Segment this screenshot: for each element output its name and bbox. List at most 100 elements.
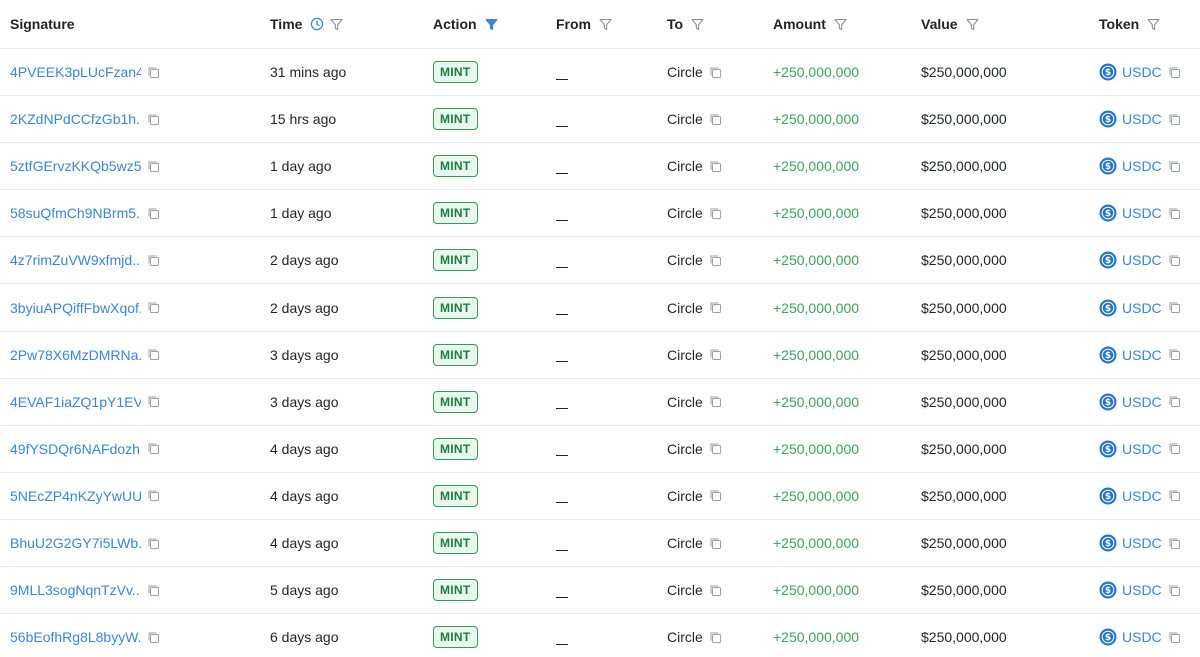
signature-link[interactable]: 4z7rimZuVW9xfmjd... (10, 252, 141, 268)
copy-icon[interactable] (147, 395, 160, 408)
token-link[interactable]: USDC (1122, 205, 1162, 221)
copy-icon[interactable] (1168, 489, 1181, 502)
copy-icon[interactable] (1168, 537, 1181, 550)
to-text[interactable]: Circle (667, 64, 703, 80)
copy-icon[interactable] (147, 442, 160, 455)
filter-icon[interactable] (691, 18, 704, 31)
signature-link[interactable]: 49fYSDQr6NAFdozh... (10, 441, 141, 457)
copy-icon[interactable] (1168, 584, 1181, 597)
copy-icon[interactable] (1168, 207, 1181, 220)
copy-icon[interactable] (147, 348, 160, 361)
to-text[interactable]: Circle (667, 582, 703, 598)
to-text[interactable]: Circle (667, 488, 703, 504)
svg-text:$: $ (1105, 586, 1111, 596)
token-link[interactable]: USDC (1122, 347, 1162, 363)
header-action: Action (433, 0, 504, 48)
mint-badge: MINT (433, 202, 478, 225)
filter-icon[interactable] (966, 18, 979, 31)
signature-link[interactable]: 56bEofhRg8L8byyW... (10, 629, 141, 645)
filter-icon[interactable] (330, 18, 343, 31)
copy-icon[interactable] (147, 160, 160, 173)
amount-cell: +250,000,000 (773, 379, 859, 425)
signature-link[interactable]: 2KZdNPdCCfzGb1h... (10, 111, 141, 127)
copy-icon[interactable] (1168, 113, 1181, 126)
amount-cell: +250,000,000 (773, 520, 859, 566)
signature-link[interactable]: 4PVEEK3pLUcFzan4... (10, 64, 141, 80)
to-text[interactable]: Circle (667, 629, 703, 645)
to-cell: Circle (667, 285, 722, 331)
to-text[interactable]: Circle (667, 300, 703, 316)
copy-icon[interactable] (709, 254, 722, 267)
token-link[interactable]: USDC (1122, 441, 1162, 457)
copy-icon[interactable] (709, 207, 722, 220)
signature-link[interactable]: 4EVAF1iaZQ1pY1EV... (10, 394, 141, 410)
copy-icon[interactable] (147, 254, 160, 267)
copy-icon[interactable] (709, 348, 722, 361)
copy-icon[interactable] (1168, 442, 1181, 455)
signature-link[interactable]: 3byiuAPQiffFbwXqof... (10, 300, 141, 316)
to-text[interactable]: Circle (667, 158, 703, 174)
to-text[interactable]: Circle (667, 394, 703, 410)
to-text[interactable]: Circle (667, 535, 703, 551)
token-link[interactable]: USDC (1122, 394, 1162, 410)
signature-link[interactable]: 5ztfGErvzKKQb5wz5... (10, 158, 141, 174)
copy-icon[interactable] (1168, 254, 1181, 267)
filter-active-icon[interactable] (485, 18, 498, 31)
filter-icon[interactable] (599, 18, 612, 31)
signature-link[interactable]: 2Pw78X6MzDMRNa... (10, 347, 141, 363)
copy-icon[interactable] (1168, 631, 1181, 644)
copy-icon[interactable] (147, 584, 160, 597)
token-link[interactable]: USDC (1122, 629, 1162, 645)
copy-icon[interactable] (147, 207, 160, 220)
copy-icon[interactable] (709, 301, 722, 314)
copy-icon[interactable] (709, 160, 722, 173)
filter-icon[interactable] (1147, 18, 1160, 31)
copy-icon[interactable] (147, 489, 160, 502)
copy-icon[interactable] (1168, 348, 1181, 361)
table-row: 5NEcZP4nKZyYwUU... 4 days ago MINT Circl… (0, 473, 1200, 520)
mint-badge: MINT (433, 343, 478, 366)
to-text[interactable]: Circle (667, 205, 703, 221)
copy-icon[interactable] (1168, 160, 1181, 173)
copy-icon[interactable] (1168, 301, 1181, 314)
copy-icon[interactable] (709, 489, 722, 502)
copy-icon[interactable] (709, 66, 722, 79)
token-link[interactable]: USDC (1122, 252, 1162, 268)
signature-link[interactable]: 5NEcZP4nKZyYwUU... (10, 488, 141, 504)
copy-icon[interactable] (147, 301, 160, 314)
token-link[interactable]: USDC (1122, 488, 1162, 504)
header-from: From (556, 0, 618, 48)
to-cell: Circle (667, 473, 722, 519)
copy-icon[interactable] (147, 631, 160, 644)
signature-link[interactable]: 9MLL3sogNqnTzVv... (10, 582, 141, 598)
token-link[interactable]: USDC (1122, 300, 1162, 316)
svg-text:$: $ (1105, 162, 1111, 172)
token-link[interactable]: USDC (1122, 158, 1162, 174)
token-link[interactable]: USDC (1122, 582, 1162, 598)
to-cell: Circle (667, 567, 722, 613)
copy-icon[interactable] (709, 537, 722, 550)
token-link[interactable]: USDC (1122, 64, 1162, 80)
to-text[interactable]: Circle (667, 252, 703, 268)
copy-icon[interactable] (1168, 395, 1181, 408)
to-text[interactable]: Circle (667, 441, 703, 457)
token-link[interactable]: USDC (1122, 535, 1162, 551)
to-text[interactable]: Circle (667, 111, 703, 127)
to-text[interactable]: Circle (667, 347, 703, 363)
signature-link[interactable]: 58suQfmCh9NBrm5... (10, 205, 141, 221)
copy-icon[interactable] (1168, 66, 1181, 79)
copy-icon[interactable] (709, 395, 722, 408)
copy-icon[interactable] (147, 537, 160, 550)
copy-icon[interactable] (147, 113, 160, 126)
copy-icon[interactable] (709, 113, 722, 126)
copy-icon[interactable] (709, 631, 722, 644)
clock-icon[interactable] (310, 17, 324, 31)
copy-icon[interactable] (709, 442, 722, 455)
time-text: 6 days ago (270, 629, 339, 646)
signature-link[interactable]: BhuU2G2GY7i5LWb... (10, 535, 141, 551)
copy-icon[interactable] (147, 66, 160, 79)
token-link[interactable]: USDC (1122, 111, 1162, 127)
time-cell: 2 days ago (270, 285, 339, 331)
copy-icon[interactable] (709, 584, 722, 597)
filter-icon[interactable] (834, 18, 847, 31)
